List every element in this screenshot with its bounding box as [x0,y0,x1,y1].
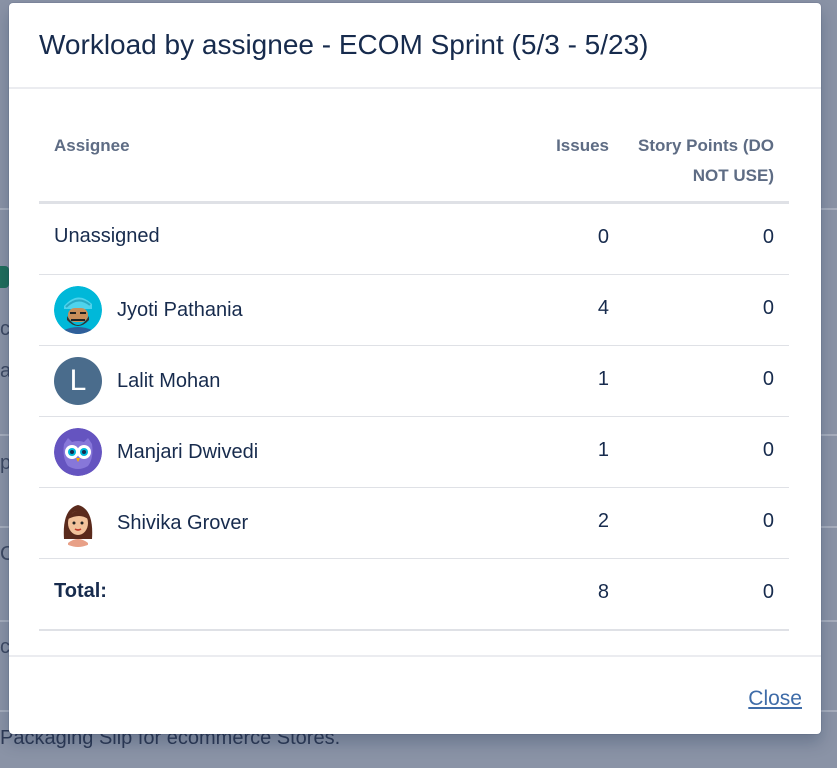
total-label-cell: Total: [54,571,107,611]
assignee-name: Shivika Grover [117,511,249,534]
workload-modal: Workload by assignee - ECOM Sprint (5/3 … [9,3,821,734]
assignee-name: Manjari Dwivedi [117,440,259,463]
table-row: Unassigned 0 0 [39,204,789,275]
assignee-name: Jyoti Pathania [117,298,243,321]
assignee-cell: Jyoti Pathania [54,286,243,334]
table-row: Jyoti Pathania 4 0 [39,275,789,346]
letter-l-avatar-icon: L [54,357,102,405]
assignee-cell: Shivika Grover [54,499,249,547]
close-button[interactable]: Close [748,687,802,711]
story-points-header-line-2: NOT USE) [692,166,774,185]
story-points-value: 0 [762,368,774,390]
story-points-header-line-1: Story Points (DO [637,136,774,155]
table-row: L Lalit Mohan 1 0 [39,346,789,417]
table-row: Shivika Grover 2 0 [39,488,789,559]
assignee-name: Lalit Mohan [117,369,221,392]
turban-avatar-icon [54,286,102,334]
avatar-letter: L [69,364,87,397]
modal-title: Workload by assignee - ECOM Sprint (5/3 … [39,29,649,60]
issues-count: 1 [597,368,609,390]
woman-avatar-icon [54,499,102,547]
issues-count: 1 [597,439,609,461]
modal-footer-divider [9,655,821,657]
owl-avatar-icon [54,428,102,476]
story-points-value: 0 [762,297,774,319]
column-header-assignee: Assignee [54,136,130,155]
issues-count: 4 [597,297,609,319]
total-label: Total: [54,579,107,602]
table-row: Manjari Dwivedi 1 0 [39,417,789,488]
assignee-name: Unassigned [54,224,160,247]
story-points-value: 0 [762,510,774,532]
assignee-cell: Unassigned [54,216,160,256]
column-header-story-points: Story Points (DO NOT USE) [619,131,774,191]
total-issues: 8 [597,581,609,603]
issues-count: 2 [597,510,609,532]
table-row-total: Total: 8 0 [39,559,789,631]
issues-count: 0 [597,226,609,248]
modal-header: Workload by assignee - ECOM Sprint (5/3 … [9,3,821,89]
column-header-issues: Issues [556,136,609,155]
assignee-cell: L Lalit Mohan [54,357,221,405]
story-points-value: 0 [762,439,774,461]
total-story-points: 0 [762,581,774,603]
assignee-cell: Manjari Dwivedi [54,428,259,476]
backdrop-status-pill [0,266,9,288]
story-points-value: 0 [762,226,774,248]
